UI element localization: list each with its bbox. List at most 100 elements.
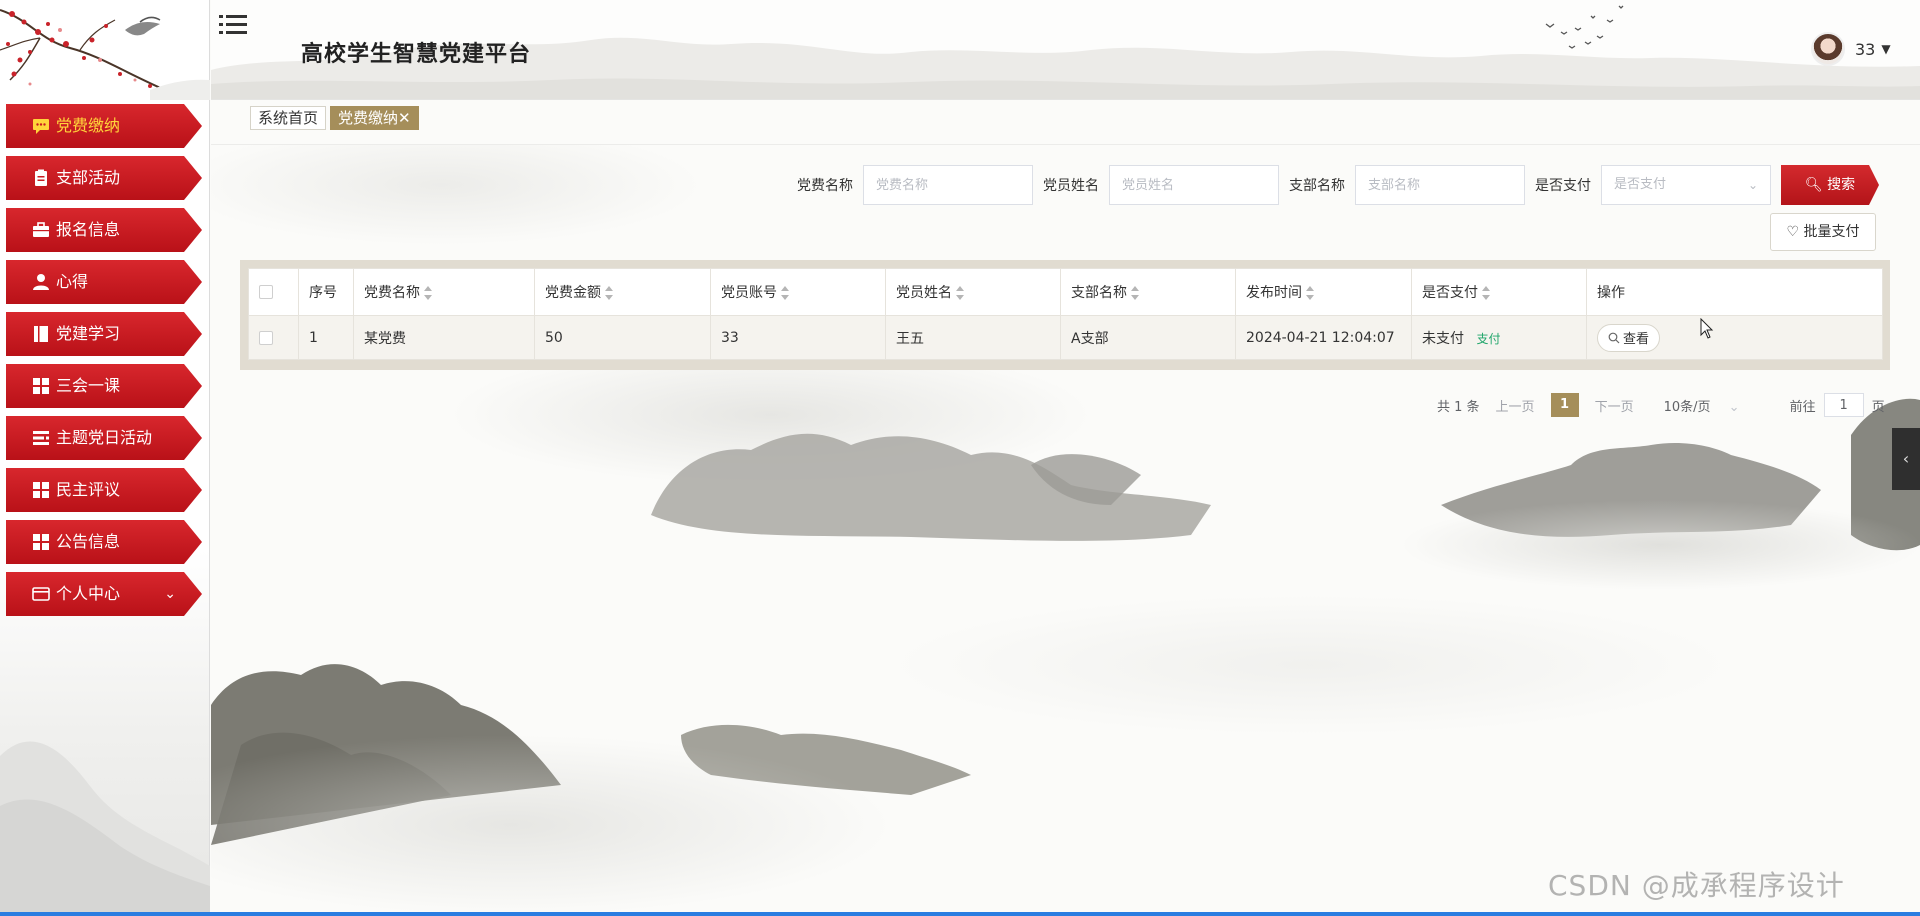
col-branch[interactable]: 支部名称: [1060, 268, 1236, 316]
sidebar-item-theme-day[interactable]: 主题党日活动: [6, 416, 202, 460]
row-checkbox[interactable]: [259, 330, 273, 345]
cell-index: 1: [298, 315, 354, 360]
sidebar-item-signup-info[interactable]: 报名信息: [6, 208, 202, 252]
sidebar-item-insights[interactable]: 心得: [6, 260, 202, 304]
top-header: 高校学生智慧党建平台 33 ▼: [211, 0, 1920, 100]
col-amount[interactable]: 党费金额: [534, 268, 711, 316]
col-publish-time[interactable]: 发布时间: [1235, 268, 1412, 316]
page-size-select[interactable]: 10条/页 ⌄: [1664, 396, 1740, 415]
paid-status-placeholder: 是否支付: [1614, 177, 1667, 192]
caret-down-icon[interactable]: ▼: [1881, 42, 1890, 56]
sidebar-item-branch-activity[interactable]: 支部活动: [6, 156, 202, 200]
member-name-input[interactable]: [1109, 165, 1279, 205]
cell-branch: A支部: [1060, 315, 1236, 360]
pagination: 共 1 条 上一页 1 下一页 10条/页 ⌄ 前往 页: [1437, 392, 1885, 418]
sort-icon[interactable]: [1306, 286, 1314, 300]
chevron-down-icon: ⌄: [1747, 178, 1758, 192]
list-icon: [33, 431, 49, 445]
row-select-cell[interactable]: [248, 315, 299, 360]
sort-icon[interactable]: [1482, 286, 1490, 300]
col-account-label: 党员账号: [721, 285, 777, 301]
sort-icon[interactable]: [424, 286, 432, 300]
search-icon: 🔍︎: [1804, 177, 1823, 193]
sidebar-item-label: 党建学习: [56, 324, 121, 343]
table-row: 1 某党费 50 33 王五 A支部 2024-04-21 12:04:07 未…: [248, 315, 1883, 360]
sidebar-item-label: 三会一课: [56, 376, 121, 395]
fee-name-label: 党费名称: [797, 178, 853, 194]
page-suffix: 页: [1871, 399, 1885, 415]
sidebar-item-party-fee[interactable]: 党费缴纳: [6, 104, 202, 148]
table-header-row: 序号 党费名称 党费金额 党员账号 党员姓名 支部名称 发布时间 是否支付 操作: [248, 268, 1883, 316]
sidebar-item-democratic-review[interactable]: 民主评议: [6, 468, 202, 512]
batch-pay-label: 批量支付: [1803, 224, 1860, 240]
sidebar-item-label: 个人中心: [56, 584, 121, 603]
paid-status-select[interactable]: 是否支付 ⌄: [1601, 165, 1771, 205]
mouse-cursor-icon: [1700, 318, 1714, 339]
user-name[interactable]: 33: [1855, 40, 1875, 59]
sidebar-item-label: 公告信息: [56, 532, 121, 551]
sidebar: 党费缴纳 支部活动 报名信息 心得 党建学习 三会一课 主题党日活动 民主评议: [0, 0, 210, 916]
sort-icon[interactable]: [605, 286, 613, 300]
sidebar-item-three-meetings[interactable]: 三会一课: [6, 364, 202, 408]
goto-label: 前往: [1789, 399, 1816, 415]
col-account[interactable]: 党员账号: [710, 268, 886, 316]
col-member-name[interactable]: 党员姓名: [885, 268, 1061, 316]
clipboard-icon: [35, 169, 47, 186]
sidebar-mountain-decoration: [0, 741, 210, 916]
col-publish-time-label: 发布时间: [1246, 285, 1302, 301]
sort-icon[interactable]: [956, 286, 964, 300]
sidebar-item-label: 党费缴纳: [56, 116, 121, 135]
sidebar-item-label: 主题党日活动: [56, 428, 153, 447]
sort-icon[interactable]: [1131, 286, 1139, 300]
sidebar-item-party-study[interactable]: 党建学习: [6, 312, 202, 356]
chevron-left-icon[interactable]: ‹: [1892, 428, 1920, 490]
cell-publish-time: 2024-04-21 12:04:07: [1235, 315, 1412, 360]
cell-member-name: 王五: [885, 315, 1061, 360]
birds-decoration: [1545, 5, 1624, 49]
watermark: CSDN @成承程序设计: [1548, 869, 1845, 902]
sidebar-menu: 党费缴纳 支部活动 报名信息 心得 党建学习 三会一课 主题党日活动 民主评议: [6, 104, 202, 624]
fee-name-input[interactable]: [863, 165, 1033, 205]
user-menu[interactable]: 33 ▼: [1811, 32, 1891, 66]
menu-toggle-icon[interactable]: [219, 12, 249, 38]
select-all-checkbox[interactable]: [259, 285, 273, 299]
cell-amount: 50: [534, 315, 711, 360]
page-number-current[interactable]: 1: [1550, 393, 1579, 417]
view-button[interactable]: 查看: [1597, 323, 1661, 352]
select-all-cell[interactable]: [248, 268, 299, 316]
batch-pay-button[interactable]: ♡ 批量支付: [1770, 213, 1876, 251]
search-button-label: 搜索: [1827, 177, 1856, 193]
sidebar-item-announcements[interactable]: 公告信息: [6, 520, 202, 564]
paid-status-text: 未支付: [1422, 330, 1464, 347]
paid-status-label: 是否支付: [1535, 178, 1591, 194]
sidebar-item-personal-center[interactable]: 个人中心 ⌄: [6, 572, 202, 616]
search-bar: 党费名称 党员姓名 支部名称 是否支付 是否支付 ⌄ 🔍︎ 搜索: [797, 165, 1879, 205]
next-page-button[interactable]: 下一页: [1595, 396, 1634, 415]
col-fee-name[interactable]: 党费名称: [353, 268, 535, 316]
page-size-value: 10条/页: [1663, 399, 1711, 415]
branch-name-label: 支部名称: [1289, 178, 1345, 194]
sidebar-item-label: 心得: [56, 272, 89, 291]
sort-icon[interactable]: [781, 286, 789, 300]
col-branch-label: 支部名称: [1071, 285, 1127, 301]
col-fee-name-label: 党费名称: [364, 285, 420, 301]
goto-page-input[interactable]: [1823, 393, 1864, 417]
chat-icon: [33, 119, 49, 134]
grid-icon: [33, 378, 49, 394]
prev-page-button[interactable]: 上一页: [1496, 396, 1535, 415]
avatar[interactable]: [1811, 32, 1845, 66]
branch-name-input[interactable]: [1355, 165, 1525, 205]
col-actions: 操作: [1586, 268, 1883, 316]
col-index: 序号: [298, 268, 354, 316]
col-paid-status[interactable]: 是否支付: [1411, 268, 1587, 316]
site-title: 高校学生智慧党建平台: [301, 42, 532, 67]
chevron-down-icon: ⌄: [1728, 399, 1740, 415]
total-count: 共 1 条: [1437, 399, 1480, 415]
user-icon: [33, 274, 49, 290]
pay-link[interactable]: 支付: [1476, 332, 1500, 346]
tab-home[interactable]: 系统首页: [250, 106, 327, 130]
search-button[interactable]: 🔍︎ 搜索: [1781, 165, 1879, 205]
tab-party-fee[interactable]: 党费缴纳✕: [330, 106, 419, 130]
fee-table: 序号 党费名称 党费金额 党员账号 党员姓名 支部名称 发布时间 是否支付 操作…: [248, 268, 1883, 360]
sidebar-item-label: 民主评议: [56, 480, 121, 499]
